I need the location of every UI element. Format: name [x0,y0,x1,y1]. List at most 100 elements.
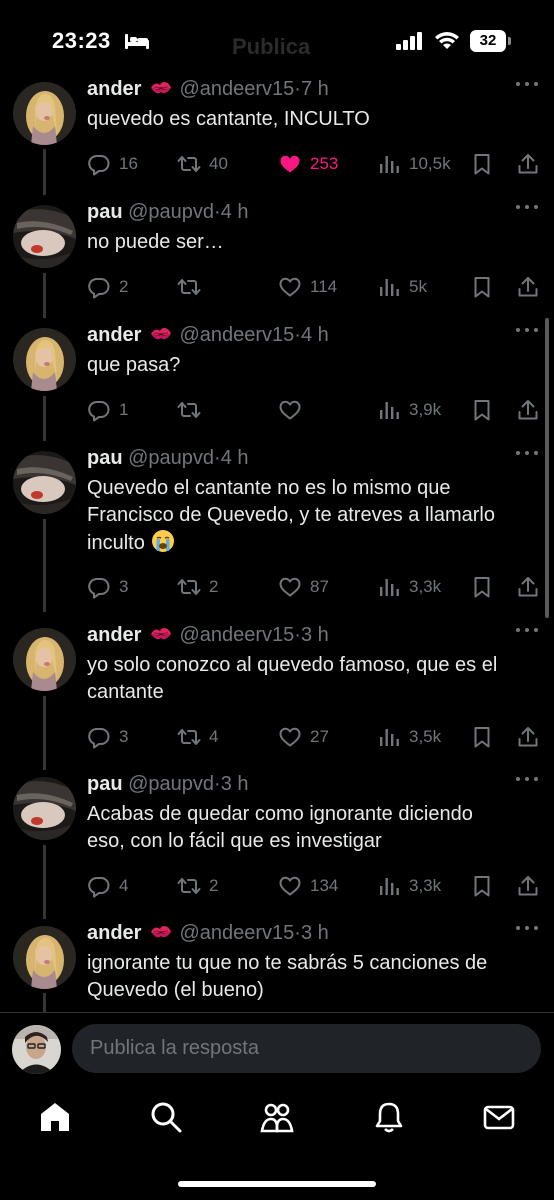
retweet-icon [177,152,201,176]
bookmark-button[interactable] [470,150,494,178]
more-options-icon[interactable] [516,775,540,783]
reply-count: 4 [119,876,129,895]
tweet-text-line: yo solo conozco al quevedo famoso, que e… [87,654,498,676]
views-chart-icon [377,725,401,749]
avatar[interactable] [13,777,76,840]
bookmark-button[interactable] [470,273,494,301]
username[interactable]: @paupvd [128,201,214,223]
like-button[interactable]: 87 [278,573,329,601]
retweet-icon [177,874,201,898]
reply-input[interactable]: Publica la resposta [72,1024,541,1073]
tweet-text-line: ignorante tu que no te sabrás 5 cancione… [87,952,488,974]
timestamp[interactable]: 4 h [221,201,249,223]
more-options-icon[interactable] [516,449,540,457]
avatar[interactable] [13,628,76,691]
username[interactable]: @andeerv15 [179,78,294,100]
bookmark-icon [470,275,494,299]
display-name[interactable]: pau [87,773,123,795]
display-name[interactable]: ander [87,922,141,944]
tweet-text: que pasa? [87,352,537,379]
heart-icon [278,725,302,749]
like-button[interactable] [278,396,302,424]
username[interactable]: @andeerv15 [179,324,294,346]
retweet-count: 4 [209,727,219,746]
display-name[interactable]: ander [87,324,141,346]
share-button[interactable] [516,872,540,900]
timestamp[interactable]: 4 h [221,447,249,469]
share-button[interactable] [516,273,540,301]
reply-button[interactable]: 16 [87,150,138,178]
share-button[interactable] [516,723,540,751]
avatar[interactable] [13,82,76,145]
bookmark-button[interactable] [470,396,494,424]
avatar[interactable] [13,205,76,268]
more-options-icon[interactable] [516,80,540,88]
more-options-icon[interactable] [516,924,540,932]
tweet-text-line: cantante [87,681,164,703]
like-button[interactable]: 134 [278,872,338,900]
bookmark-button[interactable] [470,723,494,751]
reply-composer: Publica la resposta [0,1012,554,1084]
retweet-button[interactable] [177,273,201,301]
reply-button[interactable]: 1 [87,396,128,424]
bookmark-button[interactable] [470,573,494,601]
reply-button[interactable]: 3 [87,723,128,751]
timestamp[interactable]: 4 h [301,324,329,346]
display-name[interactable]: ander [87,624,141,646]
home-indicator [178,1181,376,1187]
username[interactable]: @andeerv15 [179,624,294,646]
retweet-button[interactable]: 4 [177,723,218,751]
timestamp[interactable]: 7 h [301,78,329,100]
notifications-icon[interactable] [372,1100,406,1134]
avatar[interactable] [13,926,76,989]
messages-icon[interactable] [482,1100,516,1134]
home-icon[interactable] [38,1100,72,1134]
retweet-button[interactable]: 2 [177,573,218,601]
more-options-icon[interactable] [516,203,540,211]
views-button[interactable]: 3,3k [377,872,441,900]
tweet-actions: 2 114 5k [87,273,542,301]
current-user-avatar[interactable] [12,1025,61,1074]
retweet-button[interactable] [177,396,201,424]
views-chart-icon [377,575,401,599]
avatar[interactable] [13,451,76,514]
reply-button[interactable]: 3 [87,573,128,601]
retweet-button[interactable]: 2 [177,872,218,900]
username[interactable]: @paupvd [128,447,214,469]
search-icon[interactable] [149,1100,183,1134]
timestamp[interactable]: 3 h [221,773,249,795]
reply-button[interactable]: 2 [87,273,128,301]
tweet-actions: 4 2 134 3,3k [87,872,542,900]
heart-icon [278,398,302,422]
like-button[interactable]: 253 [278,150,338,178]
retweet-button[interactable]: 40 [177,150,228,178]
share-button[interactable] [516,396,540,424]
bookmark-button[interactable] [470,872,494,900]
tweet-actions: 3 4 27 3,5k [87,723,542,751]
share-button[interactable] [516,150,540,178]
username[interactable]: @paupvd [128,773,214,795]
avatar[interactable] [13,328,76,391]
tweet: ander @andeerv15·7 h quevedo es cantante, … [0,72,554,195]
views-button[interactable]: 10,5k [377,150,451,178]
views-button[interactable]: 5k [377,273,427,301]
views-button[interactable]: 3,5k [377,723,441,751]
display-name[interactable]: ander [87,78,141,100]
tweet-header: pau @paupvd·4 h [87,201,249,224]
more-options-icon[interactable] [516,626,540,634]
communities-icon[interactable] [260,1100,294,1134]
reply-icon [87,874,111,898]
like-button[interactable]: 27 [278,723,329,751]
share-button[interactable] [516,573,540,601]
display-name[interactable]: pau [87,447,123,469]
more-options-icon[interactable] [516,326,540,334]
display-name[interactable]: pau [87,201,123,223]
username[interactable]: @andeerv15 [179,922,294,944]
views-button[interactable]: 3,3k [377,573,441,601]
timestamp[interactable]: 3 h [301,624,329,646]
reply-icon [87,152,111,176]
views-button[interactable]: 3,9k [377,396,441,424]
timestamp[interactable]: 3 h [301,922,329,944]
like-button[interactable]: 114 [278,273,337,301]
reply-button[interactable]: 4 [87,872,128,900]
